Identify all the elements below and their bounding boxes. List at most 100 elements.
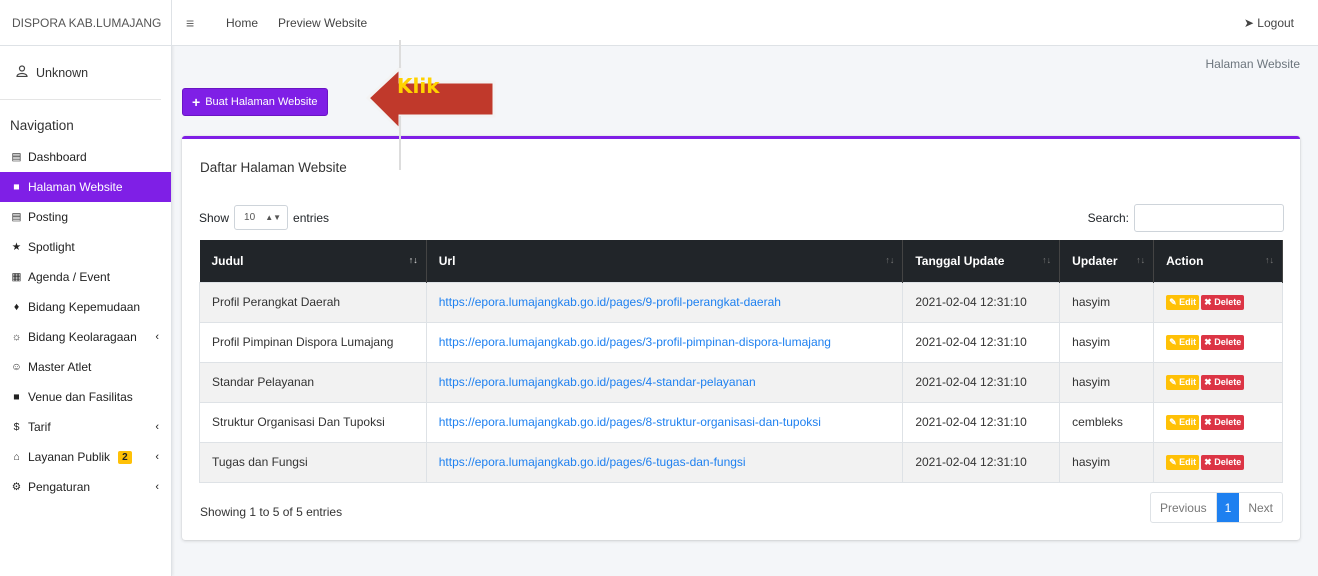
row-tanggal-cell: 2021-02-04 12:31:10 [902, 441, 1061, 483]
row-judul: Struktur Organisasi Dan Tupoksi [212, 415, 385, 429]
col-action[interactable]: Action ↑↓ [1153, 240, 1283, 282]
row-judul-cell: Tugas dan Fungsi [199, 441, 427, 483]
row-updater-cell: hasyim [1059, 321, 1155, 362]
sort-icon: ↑↓ [1265, 255, 1274, 265]
entries-label: entries [293, 210, 330, 225]
sidebar-item-posting[interactable]: ▤ Posting [0, 202, 171, 232]
delete-button[interactable]: ✖ Delete [1201, 415, 1245, 430]
edit-button[interactable]: ✎ Edit [1166, 415, 1200, 430]
row-actions: ✎ Edit ✖ Delete [1153, 401, 1283, 442]
row-judul-cell: Profil Pimpinan Dispora Lumajang [199, 321, 427, 362]
entries-select[interactable]: 10 ▲▼ [234, 205, 289, 230]
edit-button[interactable]: ✎ Edit [1166, 455, 1200, 470]
pagination: Previous 1 Next [1149, 492, 1283, 523]
row-judul: Tugas dan Fungsi [212, 455, 308, 469]
sidebar-item-layanan-publik[interactable]: ⌂ Layanan Publik 2 ‹ [0, 442, 171, 472]
row-actions: ✎ Edit ✖ Delete [1153, 441, 1283, 483]
row-url-link[interactable]: https://epora.lumajangkab.go.id/pages/4-… [439, 375, 756, 389]
sidebar-item-label: Dashboard [28, 150, 87, 164]
row-tanggal: 2021-02-04 12:31:10 [915, 415, 1027, 429]
delete-button[interactable]: ✖ Delete [1201, 335, 1245, 350]
row-url-link[interactable]: https://epora.lumajangkab.go.id/pages/6-… [439, 455, 746, 469]
notification-badge: 2 [118, 450, 132, 464]
delete-label: Delete [1214, 457, 1242, 467]
sidebar-item-dashboard[interactable]: ▤ Dashboard [0, 142, 171, 172]
row-judul-cell: Standar Pelayanan [199, 361, 427, 402]
row-judul-cell: Profil Perangkat Daerah [199, 281, 427, 322]
row-url-link[interactable]: https://epora.lumajangkab.go.id/pages/3-… [439, 335, 831, 349]
sidebar-item-label: Spotlight [28, 240, 75, 254]
sidebar-item-bidang-kepemudaan[interactable]: ♦ Bidang Kepemudaan [0, 292, 171, 322]
settings-icon: ⚙ [11, 481, 22, 493]
menu-toggle-icon[interactable]: ≡ [186, 15, 206, 31]
table-row: Profil Perangkat Daerah https://epora.lum… [199, 281, 1283, 322]
row-url-link[interactable]: https://epora.lumajangkab.go.id/pages/9-… [439, 295, 781, 309]
edit-icon: ✎ [1169, 337, 1177, 347]
edit-label: Edit [1179, 417, 1197, 427]
pagination-page[interactable]: 1 [1216, 493, 1240, 522]
search-label: Search: [1087, 211, 1129, 225]
sort-icon: ↑↓ [1042, 255, 1052, 265]
sidebar-item-label: Posting [28, 210, 69, 224]
col-judul[interactable]: Judul ↑↓ [199, 240, 427, 282]
row-tanggal-cell: 2021-02-04 12:31:10 [902, 361, 1061, 402]
edit-label: Edit [1179, 297, 1197, 307]
user-icon [16, 65, 28, 80]
sidebar-item-label: Bidang Kepemudaan [28, 300, 141, 314]
sidebar-item-venue-dan-fasilitas[interactable]: ■ Venue dan Fasilitas [0, 382, 171, 412]
logout-icon: ➤ [1243, 15, 1254, 30]
trash-icon: ✖ [1204, 457, 1212, 467]
edit-button[interactable]: ✎ Edit [1166, 335, 1200, 350]
pagination-previous[interactable]: Previous [1151, 493, 1217, 522]
row-judul: Profil Perangkat Daerah [212, 295, 341, 309]
search-input[interactable] [1134, 204, 1284, 232]
breadcrumb: Halaman Website [1205, 57, 1301, 71]
sidebar-item-halaman-website[interactable]: ■ Halaman Website [0, 172, 171, 202]
sidebar-item-master-atlet[interactable]: ☺ Master Atlet [0, 352, 171, 382]
edit-button[interactable]: ✎ Edit [1166, 295, 1200, 310]
delete-button[interactable]: ✖ Delete [1201, 295, 1245, 310]
sidebar-item-label: Halaman Website [28, 180, 123, 194]
pages-table: Judul ↑↓ Url ↑↓ Tanggal Update ↑↓ Updater ↑↓… [199, 240, 1283, 483]
chevron-left-icon: ‹ [155, 481, 159, 493]
user-name: Unknown [36, 65, 89, 80]
klik-annotation-label: Klik [397, 74, 440, 98]
col-updater[interactable]: Updater ↑↓ [1059, 240, 1155, 282]
service-icon: ⌂ [13, 451, 20, 463]
user-panel[interactable]: Unknown [0, 46, 161, 100]
sidebar-item-tarif[interactable]: $ Tarif ‹ [0, 412, 171, 442]
sidebar-item-agenda-event[interactable]: ▦ Agenda / Event [0, 262, 171, 292]
row-updater-cell: hasyim [1059, 441, 1155, 483]
row-url-link[interactable]: https://epora.lumajangkab.go.id/pages/8-… [439, 415, 821, 429]
col-url[interactable]: Url ↑↓ [426, 240, 904, 282]
create-page-button[interactable]: + Buat Halaman Website [182, 88, 328, 116]
delete-button[interactable]: ✖ Delete [1201, 375, 1245, 390]
row-url-link-cell: https://epora.lumajangkab.go.id/pages/3-… [426, 321, 904, 362]
brand-title[interactable]: DISPORA KAB.LUMAJANG [0, 0, 171, 46]
nav-preview-link[interactable]: Preview Website [278, 16, 367, 30]
sidebar-item-pengaturan[interactable]: ⚙ Pengaturan ‹ [0, 472, 171, 502]
logout-link[interactable]: ➤ Logout [1244, 16, 1294, 30]
user-icon: ☺ [11, 361, 22, 373]
sidebar-item-label: Agenda / Event [28, 270, 111, 284]
table-row: Standar Pelayanan https://epora.lumajangk… [199, 361, 1283, 402]
edit-icon: ✎ [1169, 457, 1177, 467]
col-tanggal[interactable]: Tanggal Update ↑↓ [902, 240, 1061, 282]
trash-icon: ✖ [1204, 417, 1212, 427]
table-search: Search: [1088, 204, 1284, 232]
row-actions: ✎ Edit ✖ Delete [1153, 281, 1283, 322]
delete-button[interactable]: ✖ Delete [1201, 455, 1245, 470]
row-tanggal: 2021-02-04 12:31:10 [915, 455, 1027, 469]
table-row: Tugas dan Fungsi https://epora.lumajangka… [199, 441, 1283, 483]
entries-value: 10 [244, 212, 256, 223]
edit-button[interactable]: ✎ Edit [1166, 375, 1200, 390]
show-label: Show [199, 210, 230, 225]
col-action-label: Action [1166, 253, 1204, 268]
edit-label: Edit [1179, 377, 1197, 387]
nav-home-link[interactable]: Home [226, 16, 258, 30]
sort-icon: ↑↓ [885, 255, 895, 265]
sidebar-item-spotlight[interactable]: ★ Spotlight [0, 232, 171, 262]
pagination-next[interactable]: Next [1239, 493, 1282, 522]
sidebar-item-bidang-keolaragaan[interactable]: ☼ Bidang Keolaragaan ‹ [0, 322, 171, 352]
row-updater-cell: cembleks [1059, 401, 1155, 442]
